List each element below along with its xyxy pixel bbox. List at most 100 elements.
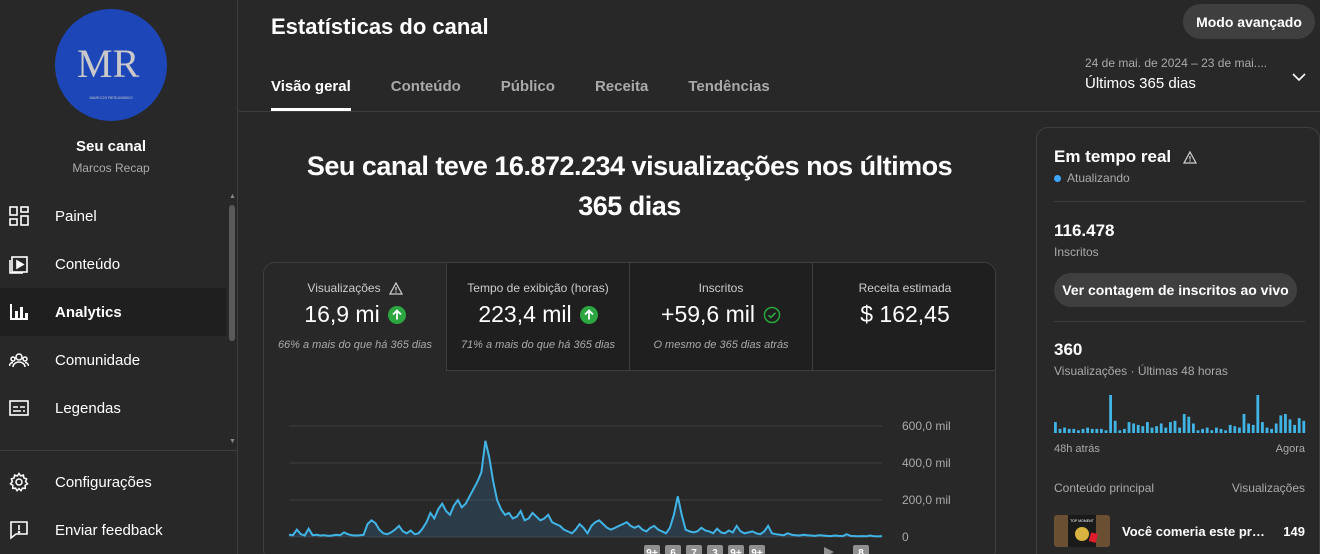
realtime-bar (1178, 427, 1181, 433)
realtime-bar (1224, 430, 1227, 433)
scroll-up-arrow[interactable]: ▲ (229, 193, 236, 200)
warning-icon[interactable] (1183, 150, 1198, 164)
chart-area (289, 440, 882, 537)
tab-audience[interactable]: Público (501, 78, 555, 111)
arrow-up-icon (579, 305, 598, 324)
realtime-card: Em tempo real Atualizando 116.478 Inscri… (1036, 127, 1320, 554)
realtime-bar (1210, 430, 1214, 433)
tab-content[interactable]: Conteúdo (391, 78, 461, 111)
realtime-bar (1242, 414, 1246, 433)
sidebar-item-feedback[interactable]: Enviar feedback (0, 506, 226, 554)
views-chart[interactable]: 0 200,0 mil 400,0 mil 600,0 mil 9+ 6 7 3 9+ 9+ 8 (264, 371, 996, 554)
realtime-bar (1288, 419, 1292, 433)
community-icon (9, 350, 29, 370)
avatar-letter-m: MR (77, 41, 140, 86)
top-content-views-header: Visualizações (1231, 481, 1305, 495)
dashboard-icon (9, 206, 29, 226)
sidebar-item-painel[interactable]: Painel (0, 192, 226, 240)
realtime-bar-chart[interactable] (1054, 393, 1307, 433)
subscriber-label: Inscritos (1054, 245, 1099, 259)
tab-bar: Visão geral Conteúdo Público Receita Ten… (271, 78, 810, 111)
realtime-bar (1228, 424, 1232, 433)
sidebar-item-legendas[interactable]: Legendas (0, 384, 226, 432)
metric-label: Visualizações (307, 281, 381, 295)
realtime-bar (1270, 428, 1273, 433)
realtime-bar (1150, 427, 1154, 433)
sidebar-item-analytics[interactable]: Analytics (0, 288, 226, 336)
realtime-bar (1054, 422, 1057, 433)
sidebar: MR MARCOS RESUMINDO Seu canal Marcos Rec… (0, 0, 238, 554)
chevron-down-icon[interactable] (1290, 68, 1308, 86)
metric-revenue[interactable]: Receita estimada $ 162,45 (813, 263, 995, 371)
realtime-bar (1086, 427, 1089, 433)
sidebar-item-comunidade[interactable]: Comunidade (0, 336, 226, 384)
realtime-bar (1293, 424, 1296, 433)
y-tick-label: 0 (902, 530, 909, 544)
realtime-bar (1063, 427, 1066, 433)
channel-label: Seu canal (75, 138, 147, 155)
metric-subscribers[interactable]: Inscritos +59,6 mil O mesmo de 365 dias … (630, 263, 813, 371)
avatar-logo: MR MARCOS RESUMINDO (77, 41, 140, 100)
sidebar-item-label: Legendas (55, 399, 121, 417)
realtime-bar (1233, 426, 1237, 433)
realtime-axis-start: 48h atrás (1054, 443, 1100, 455)
realtime-status: Atualizando (1067, 171, 1130, 185)
metric-value: 223,4 mil (478, 301, 572, 327)
realtime-bar (1155, 426, 1158, 433)
realtime-bar (1109, 395, 1112, 433)
y-tick-label: 400,0 mil (902, 456, 951, 470)
overview-card: Visualizações 16,9 mi 66% a mais do que … (263, 262, 996, 554)
avatar-tagline: MARCOS RESUMINDO (89, 95, 132, 100)
scroll-down-arrow[interactable]: ▼ (229, 438, 236, 445)
realtime-bar (1136, 424, 1140, 433)
chart-marker-label: 9+ (751, 548, 763, 554)
chart-line (288, 440, 883, 538)
realtime-bar (1182, 414, 1186, 433)
date-range-text[interactable]: 24 de mai. de 2024 – 23 de mai.... (1085, 56, 1267, 70)
sidebar-scrollbar[interactable] (229, 205, 235, 341)
chart-grid (289, 425, 882, 538)
realtime-title: Em tempo real (1054, 147, 1172, 166)
headline-line-1: Seu canal teve 16.872.234 visualizações … (306, 151, 953, 181)
sidebar-item-label: Analytics (55, 303, 122, 321)
realtime-bar (1205, 427, 1209, 433)
realtime-bar (1187, 416, 1191, 433)
realtime-bar (1113, 420, 1117, 433)
tab-overview[interactable]: Visão geral (271, 78, 351, 111)
metric-watch-time[interactable]: Tempo de exibição (horas) 223,4 mil 71% … (447, 263, 630, 371)
advanced-mode-button[interactable]: Modo avançado (1183, 4, 1315, 39)
sidebar-item-label: Conteúdo (55, 255, 121, 273)
warning-icon[interactable] (388, 281, 403, 295)
arrow-up-icon (387, 305, 406, 324)
sidebar-item-conteudo[interactable]: Conteúdo (0, 240, 226, 288)
realtime-bar (1238, 427, 1241, 433)
headline: Seu canal teve 16.872.234 visualizações … (263, 146, 996, 226)
metric-views[interactable]: Visualizações 16,9 mi 66% a mais do que … (264, 263, 447, 371)
header-divider (239, 111, 1320, 112)
channel-avatar[interactable]: MR MARCOS RESUMINDO (55, 9, 167, 121)
realtime-bar (1146, 422, 1149, 433)
sidebar-item-configuracoes[interactable]: Configurações (0, 458, 226, 506)
realtime-bar (1132, 423, 1135, 433)
realtime-bar (1302, 420, 1306, 433)
y-tick-label: 600,0 mil (902, 419, 951, 433)
tab-trends[interactable]: Tendências (688, 78, 769, 111)
realtime-bar (1201, 428, 1204, 433)
divider (1054, 201, 1305, 202)
realtime-bar (1159, 423, 1163, 433)
metric-label: Inscritos (698, 281, 744, 295)
video-thumbnail[interactable]: TOP MOMENT (1054, 515, 1110, 547)
content-icon (9, 254, 29, 274)
divider (1054, 321, 1305, 322)
realtime-bar (1192, 423, 1195, 433)
realtime-bar (1127, 422, 1131, 433)
chart-marker-label: 8 (858, 548, 864, 554)
date-range-label[interactable]: Últimos 365 dias (1085, 75, 1196, 92)
y-tick-label: 200,0 mil (902, 493, 951, 507)
top-video-title[interactable]: Você comeria este prato? (1122, 524, 1267, 539)
metric-value: 16,9 mi (304, 301, 380, 327)
realtime-bar (1169, 422, 1172, 433)
live-count-button[interactable]: Ver contagem de inscritos ao vivo (1054, 273, 1297, 307)
play-marker-icon (824, 547, 834, 554)
tab-revenue[interactable]: Receita (595, 78, 648, 111)
